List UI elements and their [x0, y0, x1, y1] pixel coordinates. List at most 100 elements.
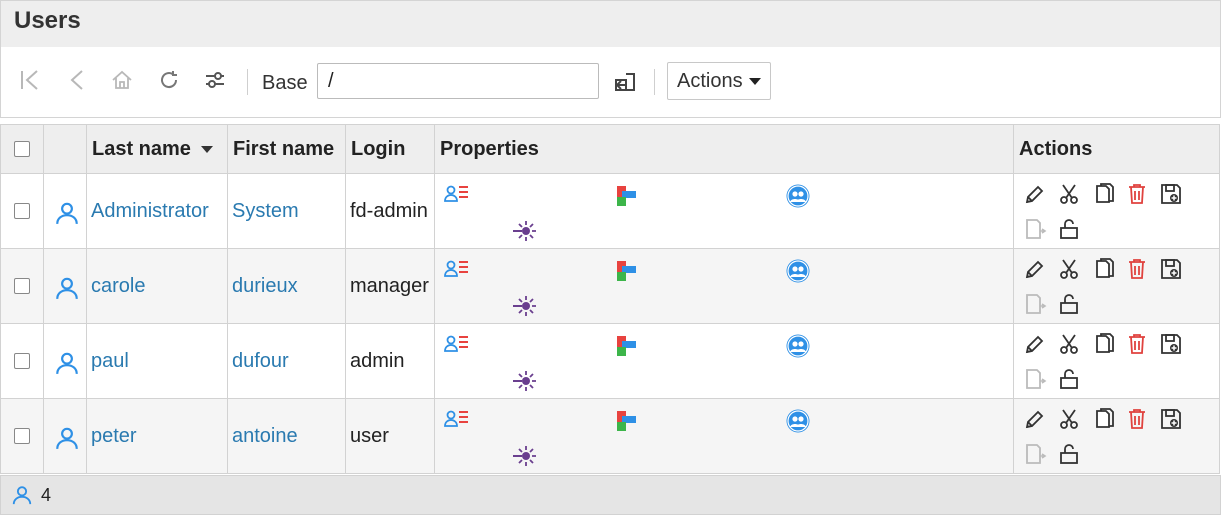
last-name-cell: paul: [86, 323, 228, 399]
save-icon[interactable]: [1159, 407, 1183, 431]
actions-menu-label: Actions: [677, 69, 743, 92]
sso-icon[interactable]: [511, 368, 537, 394]
home-icon[interactable]: [110, 68, 134, 92]
row-checkbox[interactable]: [14, 353, 30, 370]
base-input[interactable]: [317, 63, 599, 99]
column-header-label: Last name: [92, 137, 191, 160]
copy-icon[interactable]: [1092, 182, 1116, 206]
copy-icon[interactable]: [1092, 257, 1116, 281]
login-cell: fd-admin: [345, 173, 435, 249]
first-name-cell: dufour: [227, 323, 346, 399]
login-cell: user: [345, 398, 435, 474]
user-icon: [54, 350, 78, 375]
login-cell: manager: [345, 248, 435, 324]
actions-cell: [1013, 323, 1220, 399]
row-select-cell: [0, 323, 44, 399]
copy-icon[interactable]: [1092, 332, 1116, 356]
posix-blocks-icon[interactable]: [614, 258, 640, 284]
row-checkbox[interactable]: [14, 278, 30, 295]
delete-icon[interactable]: [1125, 182, 1149, 206]
lock-icon[interactable]: [1057, 442, 1081, 466]
delete-icon[interactable]: [1125, 332, 1149, 356]
actions-cell: [1013, 173, 1220, 249]
filter-settings-icon[interactable]: [203, 68, 227, 92]
edit-icon[interactable]: [1023, 332, 1047, 356]
user-icon: [54, 275, 78, 300]
groups-icon[interactable]: [785, 183, 811, 209]
edit-icon[interactable]: [1023, 182, 1047, 206]
table-row[interactable]: paul dufour admin: [0, 323, 1220, 399]
edit-icon[interactable]: [1023, 407, 1047, 431]
posix-blocks-icon[interactable]: [614, 408, 640, 434]
last-name-link[interactable]: Administrator: [91, 200, 209, 222]
row-type-cell: [43, 398, 87, 474]
lock-icon[interactable]: [1057, 292, 1081, 316]
delete-icon[interactable]: [1125, 257, 1149, 281]
groups-icon[interactable]: [785, 333, 811, 359]
back-icon[interactable]: [65, 68, 89, 92]
enter-icon[interactable]: [613, 71, 637, 95]
user-info-icon[interactable]: [444, 333, 470, 359]
column-header-first-name[interactable]: First name: [227, 124, 346, 174]
panel-header: Users: [1, 1, 1220, 47]
lock-icon[interactable]: [1057, 217, 1081, 241]
save-icon[interactable]: [1159, 257, 1183, 281]
users-table: Last name First name Login Properties Ac…: [0, 124, 1220, 474]
table-header-row: Last name First name Login Properties Ac…: [0, 124, 1220, 174]
cut-icon[interactable]: [1057, 332, 1081, 356]
entry-count: 4: [41, 485, 52, 505]
delete-icon[interactable]: [1125, 407, 1149, 431]
chevron-down-icon: [748, 77, 761, 85]
user-icon: [54, 200, 78, 225]
first-name-link[interactable]: durieux: [232, 275, 298, 297]
posix-blocks-icon[interactable]: [614, 333, 640, 359]
actions-cell: [1013, 398, 1220, 474]
last-name-cell: Administrator: [86, 173, 228, 249]
table-row[interactable]: peter antoine user: [0, 398, 1220, 474]
save-icon[interactable]: [1159, 182, 1183, 206]
table-row[interactable]: Administrator System fd-admin: [0, 173, 1220, 249]
select-all-checkbox[interactable]: [14, 141, 30, 158]
first-name-link[interactable]: System: [232, 200, 299, 222]
cut-icon[interactable]: [1057, 407, 1081, 431]
lock-icon[interactable]: [1057, 367, 1081, 391]
sso-icon[interactable]: [511, 293, 537, 319]
paste-icon[interactable]: [1023, 292, 1047, 316]
sso-icon[interactable]: [511, 218, 537, 244]
refresh-icon[interactable]: [157, 68, 181, 92]
user-info-icon[interactable]: [444, 258, 470, 284]
last-name-link[interactable]: carole: [91, 275, 145, 297]
row-select-cell: [0, 248, 44, 324]
type-column-header: [43, 124, 87, 174]
sso-icon[interactable]: [511, 443, 537, 469]
cut-icon[interactable]: [1057, 182, 1081, 206]
column-header-login[interactable]: Login: [345, 124, 435, 174]
save-icon[interactable]: [1159, 332, 1183, 356]
paste-icon[interactable]: [1023, 217, 1047, 241]
actions-cell: [1013, 248, 1220, 324]
posix-blocks-icon[interactable]: [614, 183, 640, 209]
column-header-last-name[interactable]: Last name: [86, 124, 228, 174]
groups-icon[interactable]: [785, 258, 811, 284]
list-footer: 4: [0, 475, 1221, 515]
table-row[interactable]: carole durieux manager: [0, 248, 1220, 324]
row-checkbox[interactable]: [14, 203, 30, 220]
row-select-cell: [0, 173, 44, 249]
cut-icon[interactable]: [1057, 257, 1081, 281]
last-name-link[interactable]: peter: [91, 425, 137, 447]
copy-icon[interactable]: [1092, 407, 1116, 431]
first-name-link[interactable]: antoine: [232, 425, 298, 447]
actions-menu-button[interactable]: Actions: [667, 62, 771, 100]
toolbar-divider: [654, 69, 655, 95]
first-name-link[interactable]: dufour: [232, 350, 289, 372]
row-checkbox[interactable]: [14, 428, 30, 445]
paste-icon[interactable]: [1023, 442, 1047, 466]
first-page-icon[interactable]: [18, 68, 42, 92]
properties-cell: [434, 173, 1014, 249]
paste-icon[interactable]: [1023, 367, 1047, 391]
groups-icon[interactable]: [785, 408, 811, 434]
edit-icon[interactable]: [1023, 257, 1047, 281]
user-info-icon[interactable]: [444, 408, 470, 434]
user-info-icon[interactable]: [444, 183, 470, 209]
last-name-link[interactable]: paul: [91, 350, 129, 372]
